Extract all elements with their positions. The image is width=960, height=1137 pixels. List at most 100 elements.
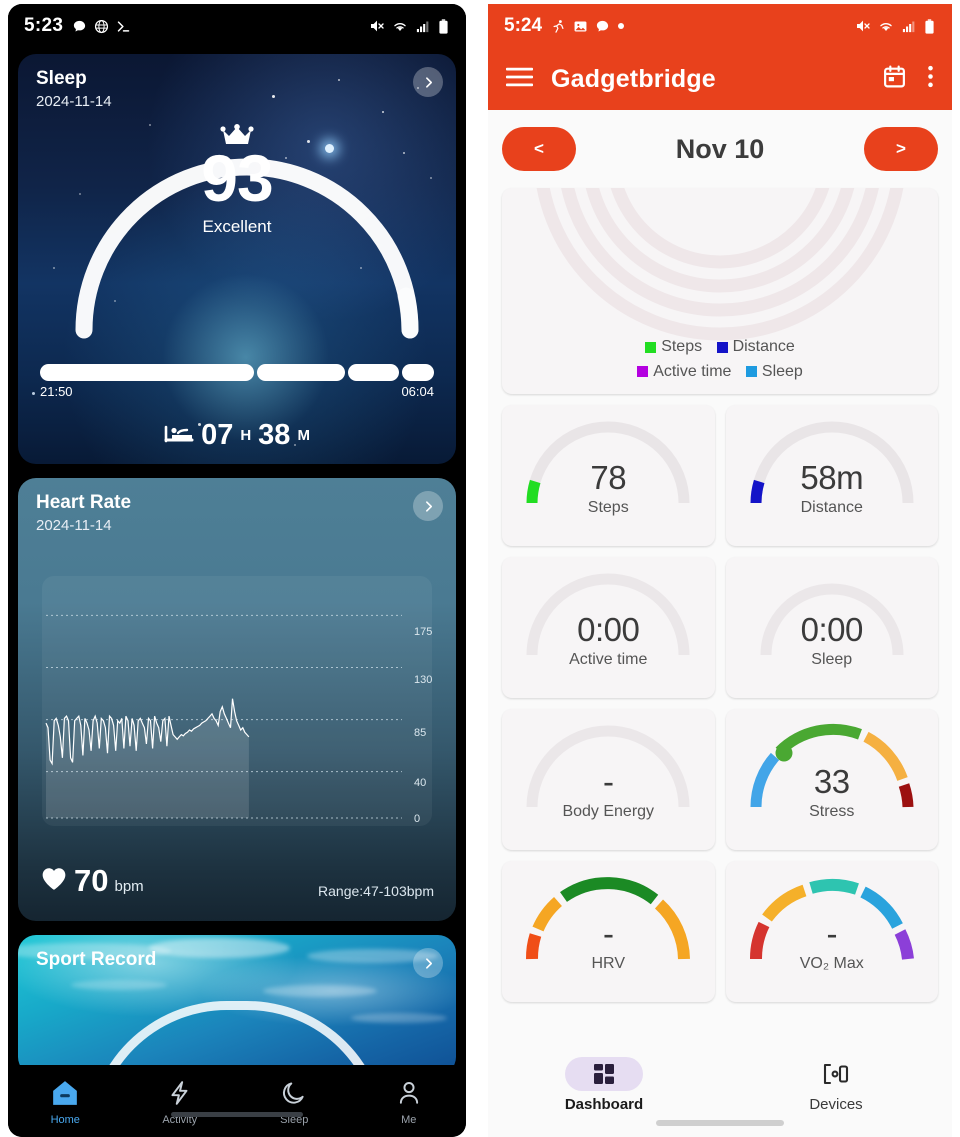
legend-swatch-distance xyxy=(716,341,728,353)
dot-icon xyxy=(617,22,625,30)
nav-item-home[interactable]: Home xyxy=(8,1080,123,1126)
heart-rate-card-header: Heart Rate 2024-11-14 xyxy=(36,492,131,534)
nav-item-me[interactable]: Me xyxy=(352,1080,467,1126)
sleep-segment xyxy=(402,364,434,381)
nav-item-activity[interactable]: Activity xyxy=(123,1080,238,1126)
chevron-right-icon xyxy=(425,957,432,969)
status-right-icons xyxy=(369,18,450,34)
devices-icon xyxy=(797,1057,875,1091)
stress-gauge: 33 Stress xyxy=(742,719,922,820)
cellular-signal-icon xyxy=(415,19,430,34)
distance-value: 58m xyxy=(800,459,864,496)
previous-day-button[interactable]: < xyxy=(502,127,576,171)
moon-icon xyxy=(281,1080,307,1111)
wifi-icon xyxy=(878,18,894,34)
heart-icon xyxy=(40,866,68,896)
nav-label-home: Home xyxy=(50,1114,80,1126)
stress-value: 33 xyxy=(813,763,850,800)
heart-rate-detail-button[interactable] xyxy=(413,491,443,521)
chevron-right-icon xyxy=(425,76,432,88)
legend-item-active-time: Active time xyxy=(637,360,731,383)
sleep-duration: 07 H 38 M xyxy=(18,419,456,452)
sleep-duration-hours-unit: H xyxy=(240,427,252,444)
sleep-detail-button[interactable] xyxy=(413,67,443,97)
stress-marker-dot xyxy=(775,744,793,762)
sleep-card[interactable]: Sleep 2024-11-14 93 Excellent 21:50 06:0… xyxy=(18,54,456,464)
tile-hrv[interactable]: - HRV xyxy=(502,861,715,1002)
tile-active-time[interactable]: 0:00 Active time xyxy=(502,557,715,698)
terminal-icon xyxy=(116,19,131,34)
tile-body-energy[interactable]: - Body Energy xyxy=(502,709,715,850)
more-vertical-icon[interactable] xyxy=(927,64,934,94)
legend-item-sleep: Sleep xyxy=(745,360,803,383)
status-time: 5:24 xyxy=(504,15,543,36)
hr-ytick-0: 0 xyxy=(414,813,420,825)
tile-steps[interactable]: 78 Steps xyxy=(502,405,715,546)
sport-record-title: Sport Record xyxy=(36,949,157,970)
legend-label-sleep: Sleep xyxy=(761,362,803,380)
battery-icon xyxy=(437,18,450,34)
overview-chart-card[interactable]: Steps Distance Active time Sleep xyxy=(502,188,938,394)
right-status-bar: 5:24 xyxy=(488,4,952,48)
date-navigation-bar: < Nov 10 > xyxy=(488,110,952,188)
legend-label-active-time: Active time xyxy=(653,362,732,380)
legend-row-2: Active time Sleep xyxy=(502,360,938,384)
bed-icon xyxy=(164,422,194,449)
nav-item-dashboard[interactable]: Dashboard xyxy=(488,1057,720,1113)
image-icon xyxy=(573,19,588,34)
tile-sleep[interactable]: 0:00 Sleep xyxy=(725,557,938,698)
steps-value: 78 xyxy=(590,459,627,496)
hr-ytick-130: 130 xyxy=(414,674,432,686)
gadgetbridge-toolbar: Gadgetbridge xyxy=(488,48,952,110)
status-right-icons xyxy=(855,18,936,34)
calendar-icon[interactable] xyxy=(882,64,907,94)
hr-ytick-40: 40 xyxy=(414,777,426,789)
steps-label: Steps xyxy=(587,499,629,516)
legend-item-steps: Steps xyxy=(645,335,702,358)
heart-rate-card[interactable]: Heart Rate 2024-11-14 175 130 85 40 0 70… xyxy=(18,478,456,921)
current-date-label: Nov 10 xyxy=(675,133,765,164)
hamburger-menu-icon[interactable] xyxy=(505,66,534,93)
sleep-value: 0:00 xyxy=(800,611,864,648)
hrv-value: - xyxy=(603,915,614,952)
heart-rate-chart: 175 130 85 40 0 xyxy=(42,576,432,826)
sleep-duration-minutes-unit: M xyxy=(297,427,310,444)
sleep-gauge: 0:00 Sleep xyxy=(742,567,922,668)
hr-ytick-85: 85 xyxy=(414,727,426,739)
sleep-end-time: 06:04 xyxy=(401,384,434,399)
sleep-segment xyxy=(347,364,400,381)
vo2max-gauge: - VO₂ Max xyxy=(742,871,922,972)
gadgetbridge-bottom-nav: Dashboard Devices xyxy=(488,1045,952,1137)
legend-swatch-steps xyxy=(645,341,657,353)
sleep-score-gauge: 93 Excellent xyxy=(18,100,456,350)
next-day-button[interactable]: > xyxy=(864,127,938,171)
dashboard-grid-icon xyxy=(565,1057,643,1091)
metric-tile-grid: 78 Steps 58m Distance 0:00 Active time 0… xyxy=(502,405,938,1002)
left-scroll-area[interactable]: Sleep 2024-11-14 93 Excellent 21:50 06:0… xyxy=(8,48,466,1065)
status-left-icons xyxy=(72,19,131,34)
legend-row-1: Steps Distance xyxy=(502,335,938,359)
person-icon xyxy=(396,1080,422,1111)
message-bubble-icon xyxy=(72,19,87,34)
hrv-label: HRV xyxy=(591,955,626,972)
steps-gauge: 78 Steps xyxy=(518,415,698,516)
running-icon xyxy=(551,19,566,34)
vo2max-value: - xyxy=(826,915,838,952)
cellular-signal-icon xyxy=(901,19,916,34)
tile-stress[interactable]: 33 Stress xyxy=(725,709,938,850)
sleep-start-time: 21:50 xyxy=(40,384,73,399)
sport-record-card[interactable]: Sport Record xyxy=(18,935,456,1065)
sport-record-detail-button[interactable] xyxy=(413,948,443,978)
tile-vo2max[interactable]: - VO₂ Max xyxy=(725,861,938,1002)
sleep-stage-bar xyxy=(40,364,434,381)
nav-item-devices[interactable]: Devices xyxy=(720,1057,952,1113)
active-time-label: Active time xyxy=(569,651,648,668)
nav-label-me: Me xyxy=(401,1114,417,1126)
nav-item-sleep[interactable]: Sleep xyxy=(237,1080,352,1126)
message-bubble-icon xyxy=(595,19,610,34)
nav-label-devices: Devices xyxy=(809,1096,863,1113)
sleep-label: Sleep xyxy=(811,651,853,668)
tile-distance[interactable]: 58m Distance xyxy=(725,405,938,546)
sleep-segment xyxy=(40,364,255,381)
home-indicator xyxy=(171,1112,303,1117)
